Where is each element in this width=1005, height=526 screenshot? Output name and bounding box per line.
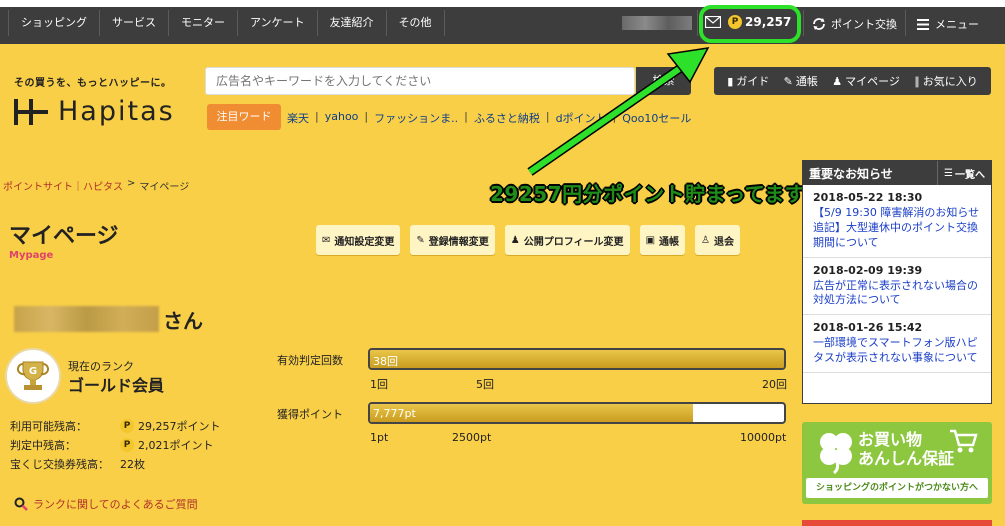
withdraw-button[interactable]: ♙ 退会 [695,225,740,255]
account-actions: ✉ 通知設定変更 ✎ 登録情報変更 ♟ 公開プロフィール変更 ▣ 通帳 ♙ 退会 [316,225,740,255]
earned-points-bar: 7,777pt [368,402,786,424]
next-banner-edge [802,520,992,526]
page-subtitle: Mypage [9,250,54,261]
point-coin-icon: P [120,437,134,452]
banner-title: お買い物 あんしん保証 [858,430,954,468]
honorific: さん [163,309,203,333]
faq-label: ランクに関してのよくあるご質問 [33,498,198,511]
balance-value-group: P 29,257ポイント [120,418,221,434]
balance-label: 利用可能残高： [10,419,87,433]
news-date: 2018-01-26 15:42 [813,321,923,335]
tick-label: 2500pt [452,431,492,444]
news-link[interactable]: 【5/9 19:30 障害解消のお知らせ追記】大型連休中のポイント交換期間につい… [813,206,981,251]
svg-text:G: G [29,366,37,377]
judgement-count-label: 有効判定回数 [277,354,343,367]
banner-title-line: お買い物 [858,430,923,449]
tick-label: 10000pt [740,431,787,444]
point-coin-icon: P [120,418,134,433]
news-link[interactable]: 一部環境でスマートフォン版ハピタスが表示されない事象について [813,336,981,366]
news-title: 重要なお知らせ [809,166,893,181]
list-label: 一覧へ [955,169,985,181]
action-label: 退会 [713,236,734,248]
news-date: 2018-05-22 18:30 [813,191,923,204]
tick-label: 1pt [370,431,389,444]
tick-label: 1回 [370,378,388,391]
passbook-button[interactable]: ▣ 通帳 [639,225,686,255]
news-item[interactable]: 2018-02-09 19:39 広告が正常に表示されない場合の対処方法について [803,258,991,316]
person-outline-icon: ♙ [701,234,710,246]
progress-value: 38回 [373,355,398,368]
banner-footer: ショッピングのポイントがつかない方へ [806,478,988,498]
rank-value: ゴールド会員 [68,376,165,395]
balance-value-group: 22枚 [120,456,145,472]
shopping-guarantee-banner[interactable]: お買い物 あんしん保証 ショッピングのポイントがつかない方へ [802,422,992,504]
balances: 利用可能残高： P 29,257ポイント 判定中残高： P 2,021ポイント 宝く… [10,416,221,473]
lottery-balance: 宝くじ交換券残高： 22枚 [10,454,221,473]
news-header: 重要なお知らせ ☰ 一覧へ [803,161,991,185]
balance-value: 22枚 [120,457,145,471]
action-label: 通知設定変更 [334,236,395,248]
gold-rank-medal-icon: G [5,348,61,404]
news-date: 2018-02-09 19:39 [813,263,923,277]
list-icon: ☰ [944,167,953,179]
judgement-count-bar: 38回 [368,348,786,370]
edit-icon: ✎ [416,234,425,246]
page-title: マイページ [9,224,119,249]
edit-public-profile-button[interactable]: ♟ 公開プロフィール変更 [504,225,630,255]
news-item[interactable]: 2018-05-22 18:30 【5/9 19:30 障害解消のお知らせ追記】… [803,185,991,258]
news-item[interactable]: 2018-01-26 15:42 一部環境でスマートフォン版ハピタスが表示されな… [803,315,991,373]
edit-registration-button[interactable]: ✎ 登録情報変更 [410,225,495,255]
search-icon [14,497,28,511]
important-news-panel: 重要なお知らせ ☰ 一覧へ 2018-05-22 18:30 【5/9 19:30… [802,160,992,404]
news-list-button[interactable]: ☰ 一覧へ [937,161,985,185]
action-label: 登録情報変更 [428,236,489,248]
blurred-user-name [14,306,159,332]
progress-fill [370,404,693,422]
balance-value: 29,257ポイント [138,419,221,433]
news-link[interactable]: 広告が正常に表示されない場合の対処方法について [813,279,981,309]
passbook-icon: ▣ [645,234,656,246]
mail-icon: ✉ [322,234,331,246]
pending-balance: 判定中残高： P 2,021ポイント [10,435,221,454]
rank-faq-link[interactable]: ランクに関してのよくあるご質問 [14,496,198,512]
earned-points-label: 獲得ポイント [277,408,343,421]
available-balance: 利用可能残高： P 29,257ポイント [10,416,221,435]
balance-value: 2,021ポイント [138,438,214,452]
progress-fill [370,350,784,368]
balance-label: 判定中残高： [10,438,76,452]
person-icon: ♟ [510,234,520,246]
action-label: 通帳 [659,236,680,248]
balance-value-group: P 2,021ポイント [120,437,214,453]
balance-label: 宝くじ交換券残高： [10,457,109,471]
progress-value: 7,777pt [373,407,416,420]
action-label: 公開プロフィール変更 [523,236,624,248]
annotation-text: 29257円分ポイント貯まってます！！ [490,182,847,206]
clover-icon [820,433,852,474]
tick-label: 20回 [762,378,787,391]
notification-settings-button[interactable]: ✉ 通知設定変更 [316,225,401,255]
tick-label: 5回 [476,378,494,391]
banner-title-line: あんしん保証 [858,449,955,469]
